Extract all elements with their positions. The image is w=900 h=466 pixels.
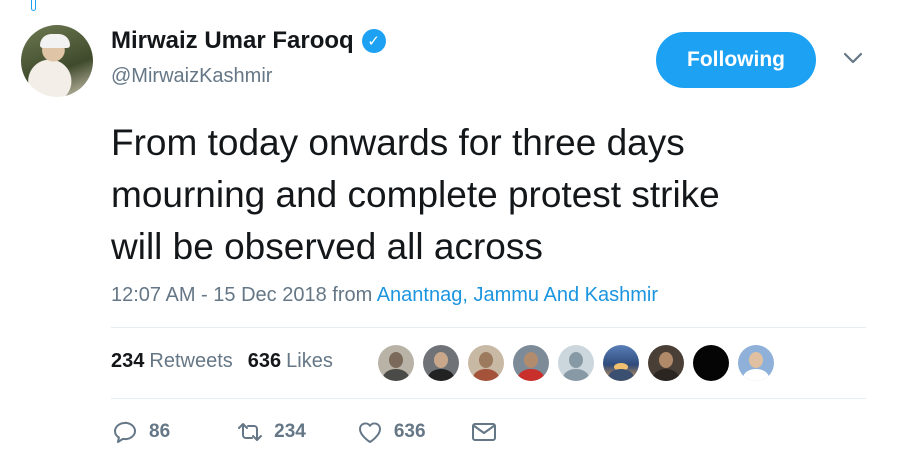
- verified-badge-icon: ✓: [361, 29, 386, 53]
- reply-icon: [114, 421, 136, 443]
- tweet-stats: 234 Retweets 636 Likes: [111, 350, 333, 373]
- direct-message-action[interactable]: [470, 418, 498, 446]
- likes-label: Likes: [286, 350, 333, 372]
- divider-top: [111, 327, 866, 328]
- envelope-icon: [471, 423, 496, 441]
- reply-count: 86: [149, 421, 171, 442]
- chevron-down-icon[interactable]: [842, 50, 864, 66]
- liker-avatar[interactable]: [648, 345, 684, 381]
- tweet-timestamp[interactable]: 12:07 AM - 15 Dec 2018: [111, 284, 327, 306]
- author-name-row: Mirwaiz Umar Farooq ✓: [111, 27, 386, 55]
- following-button[interactable]: Following: [656, 32, 816, 88]
- tweet-text: From today onwards for three days mourni…: [111, 122, 720, 267]
- tweet-meta: 12:07 AM - 15 Dec 2018 from Anantnag, Ja…: [111, 284, 658, 307]
- top-edge-mark: [31, 0, 36, 11]
- liker-avatar[interactable]: [513, 345, 549, 381]
- heart-icon: [358, 422, 381, 443]
- avatar-cap: [40, 34, 70, 48]
- liker-avatar[interactable]: [693, 345, 729, 381]
- liker-avatar[interactable]: [378, 345, 414, 381]
- likes-count: 636: [247, 350, 282, 372]
- likes-stat[interactable]: 636 Likes: [248, 350, 333, 373]
- author-name[interactable]: Mirwaiz Umar Farooq: [111, 27, 354, 55]
- divider-bottom: [111, 398, 866, 399]
- author-avatar[interactable]: [21, 25, 93, 97]
- retweets-count: 234: [111, 350, 145, 372]
- retweet-action[interactable]: 234: [236, 418, 306, 446]
- tweet-location-link[interactable]: Anantnag, Jammu And Kashmir: [377, 284, 658, 306]
- retweets-label: Retweets: [149, 350, 233, 372]
- author-handle[interactable]: @MirwaizKashmir: [111, 65, 272, 88]
- from-label: from: [332, 284, 373, 306]
- liker-avatar[interactable]: [423, 345, 459, 381]
- liker-avatar[interactable]: [738, 345, 774, 381]
- retweet-icon: [238, 423, 263, 441]
- liker-avatar[interactable]: [603, 345, 639, 381]
- likers-avatars: [378, 345, 783, 381]
- retweet-count: 234: [274, 421, 306, 442]
- retweets-stat[interactable]: 234 Retweets: [111, 350, 233, 373]
- liker-avatar[interactable]: [468, 345, 504, 381]
- like-count: 636: [393, 421, 426, 442]
- tweet-actions: 86 234 636: [111, 418, 498, 446]
- liker-avatar-default[interactable]: [558, 345, 594, 381]
- reply-action[interactable]: 86: [111, 418, 170, 446]
- like-action[interactable]: 636: [356, 418, 426, 446]
